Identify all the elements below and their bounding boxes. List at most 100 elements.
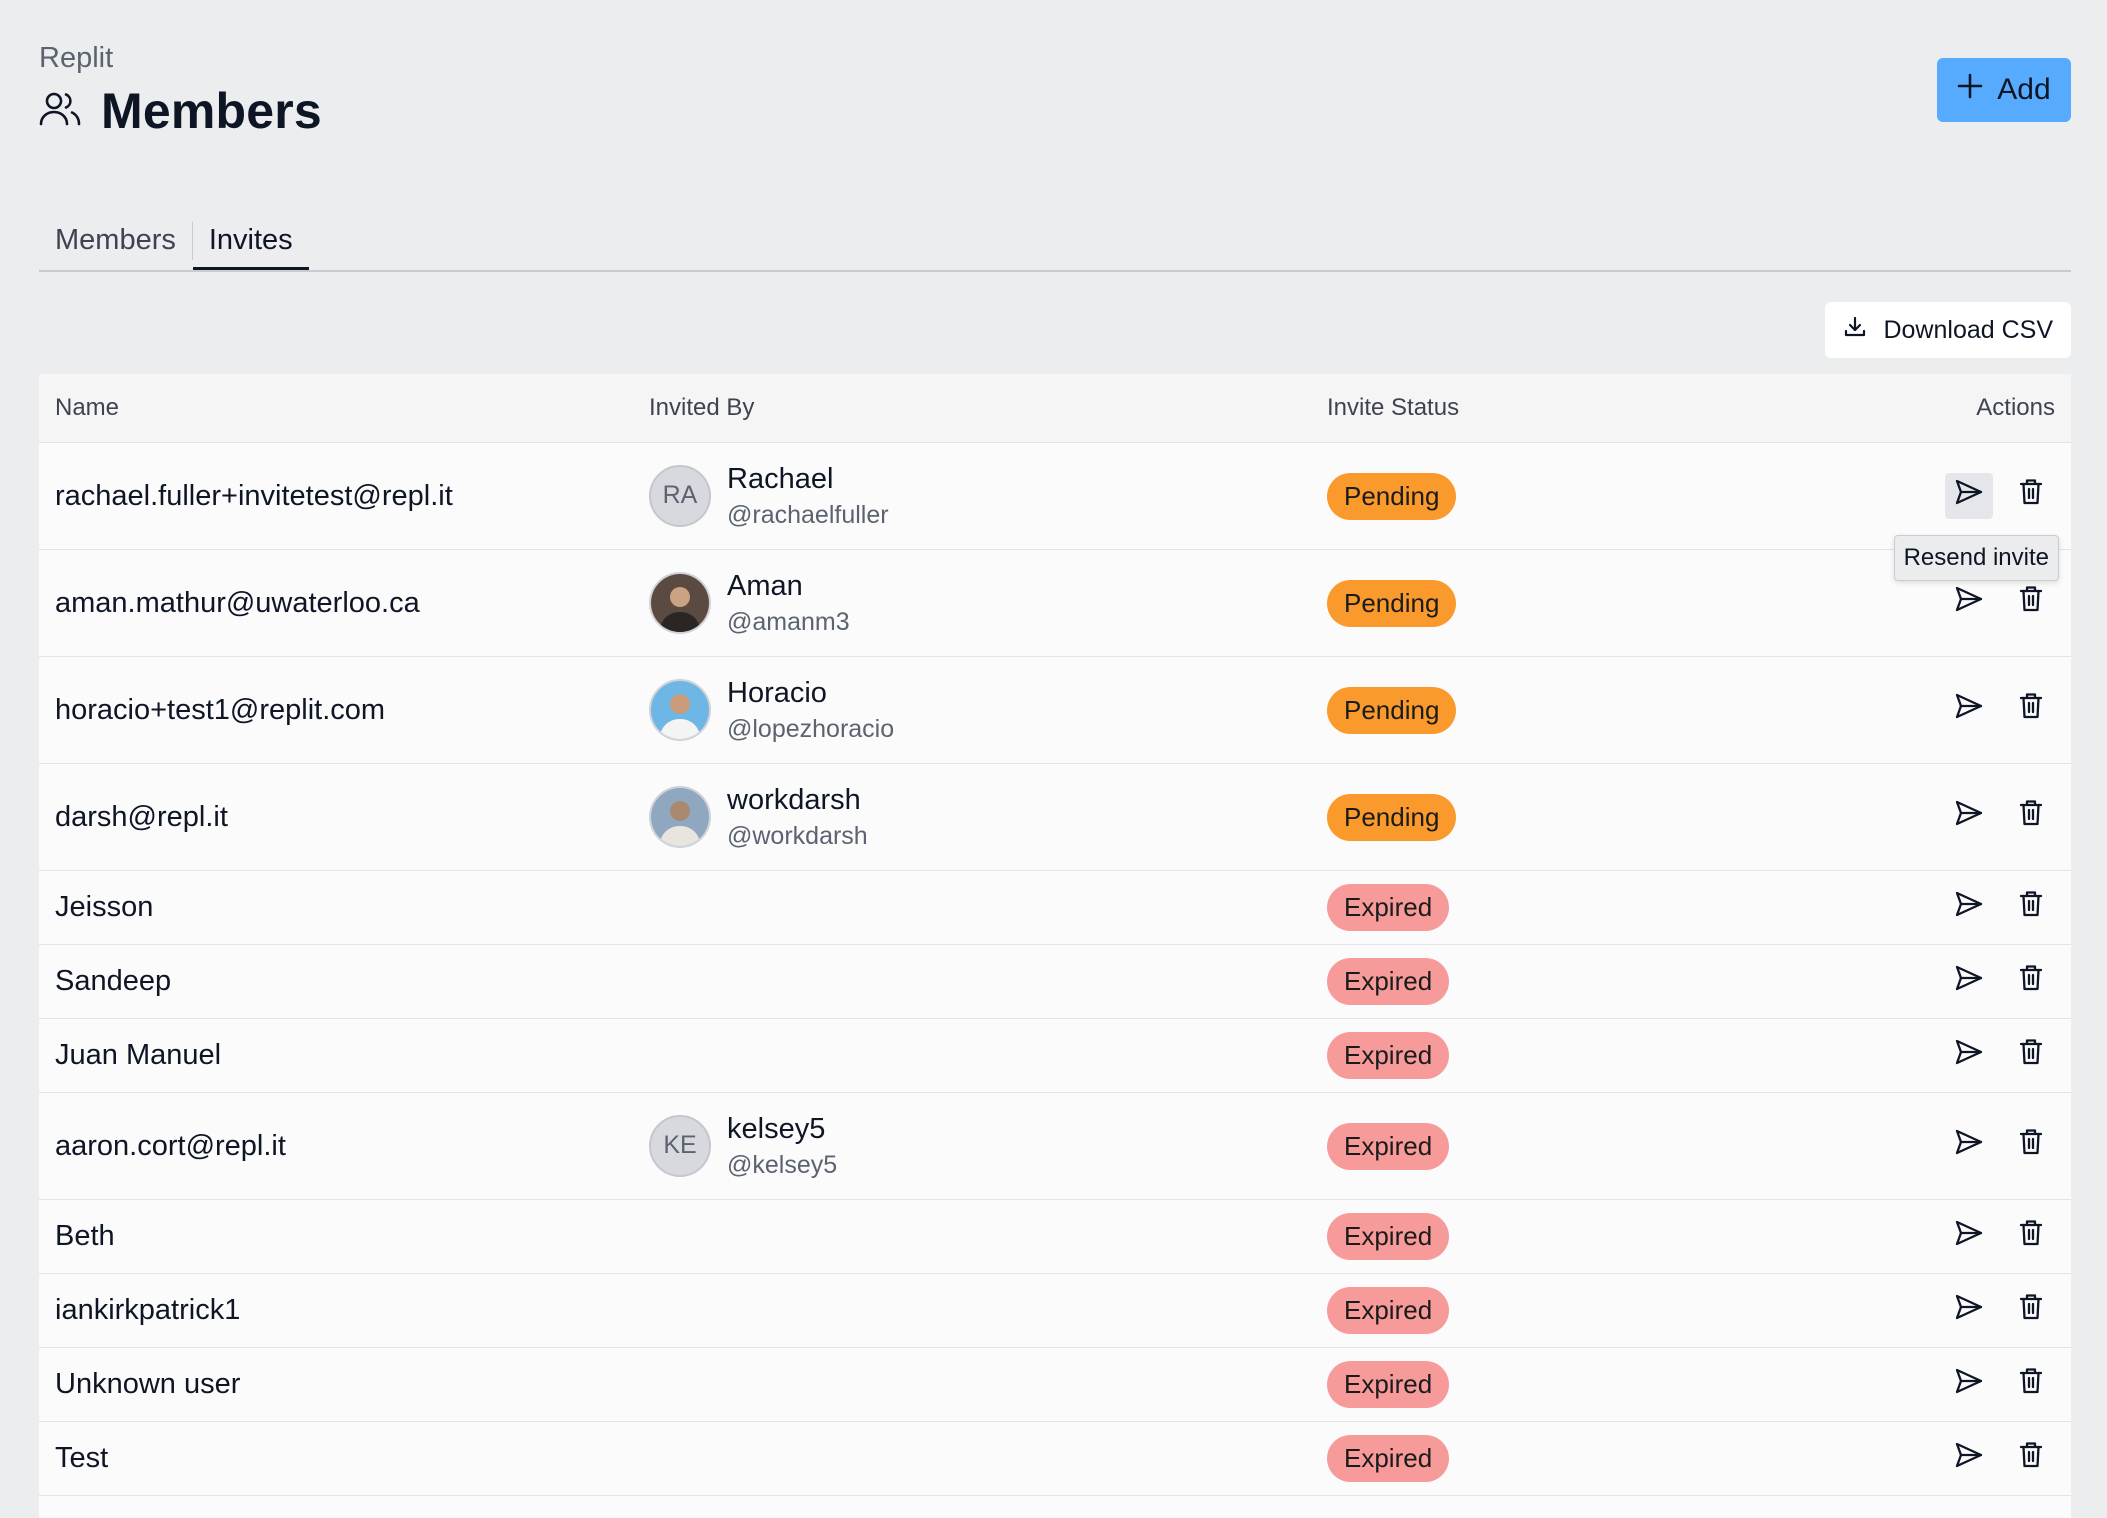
invitee-name: aaron.cort@repl.it	[55, 1129, 286, 1162]
resend-invite-button[interactable]	[1945, 1123, 1993, 1169]
delete-invite-button[interactable]	[2007, 1288, 2055, 1334]
invitee-name: rachael.fuller+invitetest@repl.it	[55, 479, 453, 512]
status-badge: Expired	[1327, 1361, 1450, 1408]
status-cell: Pending	[1327, 793, 1871, 841]
invited-by-cell: workdarsh @workdarsh	[649, 781, 1327, 854]
trash-icon	[2019, 692, 2043, 728]
delete-invite-button[interactable]	[2007, 885, 2055, 931]
send-icon	[1954, 1038, 1984, 1074]
resend-invite-button[interactable]	[1945, 1436, 1993, 1482]
invitee-name: Sandeep	[55, 965, 172, 997]
status-badge: Pending	[1327, 472, 1457, 520]
trash-icon	[2019, 478, 2043, 514]
invitee-name: Test	[55, 1442, 109, 1474]
inviter-name: kelsey5	[727, 1112, 826, 1145]
resend-invite-button[interactable]	[1945, 1033, 1993, 1079]
status-badge: Pending	[1327, 793, 1457, 841]
send-icon	[1954, 1441, 1984, 1477]
breadcrumb[interactable]: Replit	[39, 42, 113, 75]
status-cell: Expired	[1327, 1213, 1871, 1260]
tab-members[interactable]: Members	[39, 212, 192, 268]
invited-by-cell: Horacio @lopezhoracio	[649, 674, 1327, 747]
users-icon	[39, 90, 81, 133]
send-icon	[1954, 1293, 1984, 1329]
delete-invite-button[interactable]	[2007, 687, 2055, 733]
resend-invite-button[interactable]	[1945, 794, 1993, 840]
status-cell: Expired	[1327, 1032, 1871, 1079]
status-badge: Expired	[1327, 1122, 1450, 1170]
status-badge: Expired	[1327, 958, 1450, 1005]
send-icon	[1954, 478, 1984, 514]
delete-invite-button[interactable]	[2007, 1362, 2055, 1408]
add-button[interactable]: Add	[1937, 58, 2071, 122]
inviter-name: Aman	[727, 569, 803, 602]
send-icon	[1954, 1367, 1984, 1403]
delete-invite-button[interactable]	[2007, 473, 2055, 519]
header-invite-status[interactable]: Invite Status	[1327, 394, 1871, 422]
download-csv-button[interactable]: Download CSV	[1825, 302, 2071, 358]
table-body: rachael.fuller+invitetest@repl.it RA Racha…	[39, 443, 2071, 1496]
row-actions	[1871, 1362, 2071, 1408]
tab-bar: Members Invites	[39, 212, 2071, 272]
send-icon	[1954, 1219, 1984, 1255]
header-name[interactable]: Name	[39, 394, 649, 422]
resend-invite-button[interactable]	[1945, 473, 1993, 519]
invitee-name: iankirkpatrick1	[55, 1294, 241, 1326]
send-icon	[1954, 585, 1984, 621]
invitee-name: aman.mathur@uwaterloo.ca	[55, 586, 420, 619]
header-invited-by[interactable]: Invited By	[649, 394, 1327, 422]
delete-invite-button[interactable]	[2007, 1214, 2055, 1260]
delete-invite-button[interactable]	[2007, 1436, 2055, 1482]
inviter-info: Horacio @lopezhoracio	[727, 674, 894, 747]
resend-invite-button[interactable]	[1945, 959, 1993, 1005]
resend-invite-button[interactable]	[1945, 580, 1993, 626]
inviter-handle: @lopezhoracio	[727, 714, 895, 743]
header-actions: Actions	[1976, 394, 2055, 421]
invitee-name: Beth	[55, 1220, 115, 1252]
status-badge: Pending	[1327, 686, 1457, 734]
send-icon	[1954, 799, 1984, 835]
invited-by-cell: KE kelsey5 @kelsey5	[649, 1110, 1327, 1183]
resend-invite-button[interactable]	[1945, 1214, 1993, 1260]
row-actions	[1871, 473, 2071, 519]
delete-invite-button[interactable]	[2007, 959, 2055, 1005]
status-cell: Expired	[1327, 884, 1871, 931]
download-icon	[1843, 315, 1867, 346]
delete-invite-button[interactable]	[2007, 580, 2055, 626]
invitee-name: horacio+test1@replit.com	[55, 693, 386, 726]
page-title: Members	[101, 83, 322, 139]
status-badge: Expired	[1327, 884, 1450, 931]
table-row: rachael.fuller+invitetest@repl.it RA Racha…	[39, 443, 2071, 550]
trash-icon	[2019, 1128, 2043, 1164]
row-actions	[1871, 959, 2071, 1005]
table-row-partial	[39, 1496, 2071, 1518]
tab-invites[interactable]: Invites	[192, 212, 309, 270]
inviter-handle: @kelsey5	[727, 1150, 838, 1179]
status-cell: Expired	[1327, 1287, 1871, 1334]
row-actions	[1871, 1288, 2071, 1334]
resend-invite-tooltip: Resend invite	[1893, 535, 2059, 581]
delete-invite-button[interactable]	[2007, 794, 2055, 840]
status-badge: Expired	[1327, 1435, 1450, 1482]
delete-invite-button[interactable]	[2007, 1033, 2055, 1079]
trash-icon	[2019, 964, 2043, 1000]
table-row: iankirkpatrick1 Expired	[39, 1274, 2071, 1348]
resend-invite-button[interactable]	[1945, 1288, 1993, 1334]
row-actions	[1871, 580, 2071, 626]
status-badge: Pending	[1327, 579, 1457, 627]
inviter-name: workdarsh	[727, 783, 861, 816]
resend-invite-button[interactable]	[1945, 1362, 1993, 1408]
status-cell: Pending	[1327, 579, 1871, 627]
trash-icon	[2019, 890, 2043, 926]
resend-invite-button[interactable]	[1945, 885, 1993, 931]
resend-invite-button[interactable]	[1945, 687, 1993, 733]
delete-invite-button[interactable]	[2007, 1123, 2055, 1169]
inviter-name: Horacio	[727, 676, 827, 709]
send-icon	[1954, 890, 1984, 926]
row-actions	[1871, 885, 2071, 931]
trash-icon	[2019, 799, 2043, 835]
invitee-name: Juan Manuel	[55, 1039, 222, 1071]
status-cell: Expired	[1327, 958, 1871, 1005]
table-row: Jeisson Expired	[39, 871, 2071, 945]
trash-icon	[2019, 1038, 2043, 1074]
